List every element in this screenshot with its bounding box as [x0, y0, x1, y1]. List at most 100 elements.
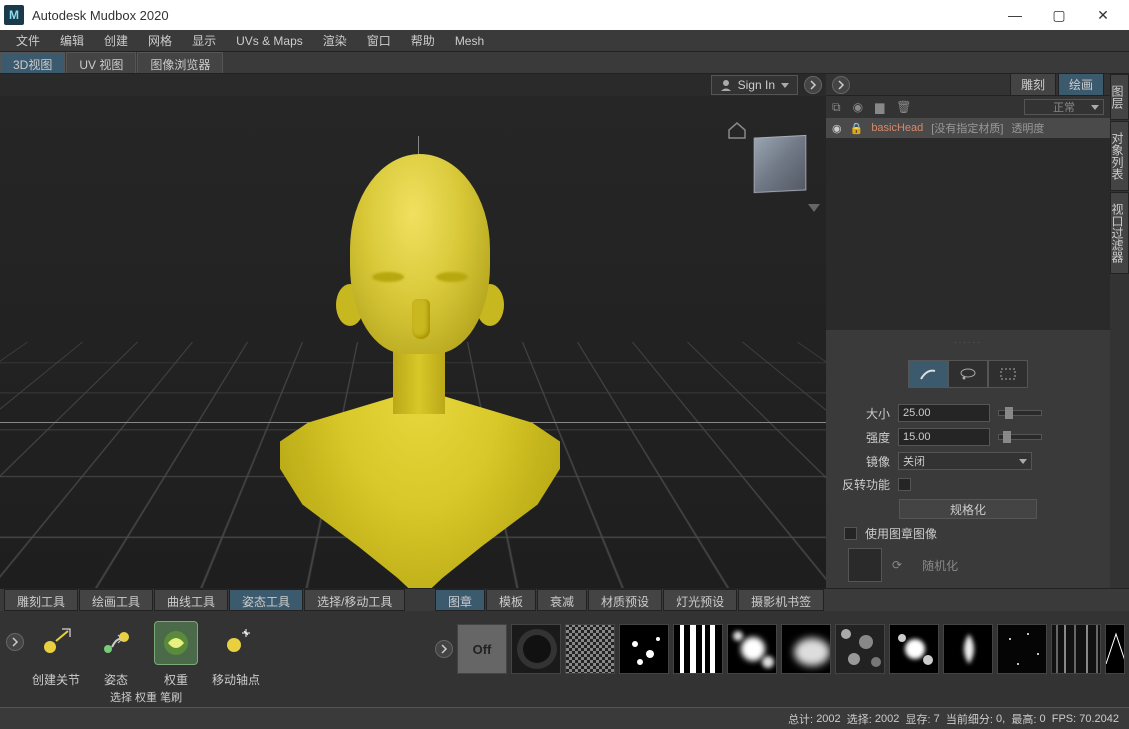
chevron-right-icon [439, 644, 449, 654]
stamp-off[interactable]: Off [457, 624, 507, 674]
invert-checkbox[interactable] [898, 478, 911, 491]
stamp-item[interactable] [511, 624, 561, 674]
viewcube[interactable] [754, 135, 807, 193]
tab-uvview[interactable]: UV 视图 [66, 52, 136, 73]
size-input[interactable] [898, 404, 990, 422]
stamp-item[interactable] [727, 624, 777, 674]
stamp-item[interactable] [619, 624, 669, 674]
panel-resize-handle[interactable]: ······ [826, 338, 1110, 346]
blend-mode-select[interactable]: 正常 [1024, 99, 1104, 115]
mirror-select[interactable]: 关闭 [898, 452, 1032, 470]
signin-button[interactable]: Sign In [711, 75, 798, 95]
marquee-icon [999, 367, 1017, 381]
close-button[interactable]: ✕ [1081, 0, 1125, 30]
stamp-item[interactable] [781, 624, 831, 674]
tool-move-pivot[interactable]: 移动轴点 [208, 617, 264, 687]
mode-lasso-button[interactable] [948, 360, 988, 388]
eye-icon[interactable]: ◉ [832, 122, 842, 135]
sidetab-layers[interactable]: 图层 [1110, 74, 1129, 120]
menu-render[interactable]: 渲染 [313, 30, 357, 51]
size-slider[interactable] [998, 410, 1042, 416]
eye-icon[interactable]: ◉ [853, 100, 863, 114]
chevron-right-icon [808, 80, 818, 90]
right-expand-button[interactable] [832, 76, 850, 94]
tab-stamps[interactable]: 图章 [435, 589, 485, 611]
menu-window[interactable]: 窗口 [357, 30, 401, 51]
menu-create[interactable]: 创建 [94, 30, 138, 51]
tab-paint-layers[interactable]: 绘画 [1058, 73, 1104, 96]
lock-icon[interactable]: 🔒 [850, 122, 864, 135]
maximize-button[interactable]: ▢ [1037, 0, 1081, 30]
menu-mesh[interactable]: 网格 [138, 30, 182, 51]
layer-toolbar: ⧉ ◉ ▆ 🗑 正常 [826, 96, 1110, 118]
stamp-item[interactable] [1051, 624, 1101, 674]
tool-weight[interactable]: 权重 [148, 617, 204, 687]
stamp-thumbnail[interactable] [848, 548, 882, 582]
tab-3dview[interactable]: 3D视图 [0, 52, 65, 73]
tab-paint-tools[interactable]: 绘画工具 [79, 589, 153, 611]
use-stamp-checkbox[interactable] [844, 527, 857, 540]
tab-select-tools[interactable]: 选择/移动工具 [304, 589, 405, 611]
mode-rect-button[interactable] [988, 360, 1028, 388]
stamp-item[interactable] [673, 624, 723, 674]
viewcube-menu[interactable] [808, 204, 820, 212]
tab-pose-tools[interactable]: 姿态工具 [229, 589, 303, 611]
menu-uvs[interactable]: UVs & Maps [226, 32, 313, 50]
app-logo: M [4, 5, 24, 25]
sidetab-objects[interactable]: 对象列表 [1110, 121, 1129, 191]
3d-viewport[interactable] [0, 96, 826, 588]
mode-brush-button[interactable] [908, 360, 948, 388]
normalize-button[interactable]: 规格化 [899, 499, 1037, 519]
stamp-item[interactable] [565, 624, 615, 674]
tab-curve-tools[interactable]: 曲线工具 [154, 589, 228, 611]
tool-create-joint[interactable]: 创建关节 [28, 617, 84, 687]
tool-tray-tabs: 雕刻工具 绘画工具 曲线工具 姿态工具 选择/移动工具 [0, 589, 431, 611]
randomize-label: 随机化 [922, 557, 958, 574]
refresh-icon[interactable]: ⟳ [892, 558, 902, 572]
tab-sculpt-layers[interactable]: 雕刻 [1010, 73, 1056, 96]
highest-label: 最高: [1011, 711, 1036, 727]
head-model[interactable] [290, 154, 550, 588]
tab-camera-bookmarks[interactable]: 摄影机书签 [738, 589, 824, 611]
layer-row[interactable]: ◉ 🔒 basicHead [没有指定材质] 透明度 [826, 118, 1110, 138]
viewport-header: Sign In [0, 74, 826, 96]
home-icon[interactable] [726, 120, 748, 140]
tray-expand-button[interactable] [6, 633, 24, 651]
app-title: Autodesk Mudbox 2020 [32, 8, 993, 23]
mirror-label: 镜像 [838, 453, 890, 470]
expand-button[interactable] [804, 76, 822, 94]
highest-value: 0 [1039, 713, 1045, 725]
tab-imagebrowser[interactable]: 图像浏览器 [137, 52, 223, 73]
total-label: 总计: [788, 711, 813, 727]
strength-input[interactable] [898, 428, 990, 446]
tab-sculpt-tools[interactable]: 雕刻工具 [4, 589, 78, 611]
menu-mesh2[interactable]: Mesh [445, 32, 494, 50]
signin-label: Sign In [738, 78, 775, 92]
folder-icon[interactable]: ▆ [875, 100, 884, 114]
layers-icon[interactable]: ⧉ [832, 100, 841, 115]
trash-icon[interactable]: 🗑 [896, 100, 911, 114]
tool-pose[interactable]: 姿态 [88, 617, 144, 687]
stamp-expand-button[interactable] [435, 640, 453, 658]
stamp-item[interactable] [997, 624, 1047, 674]
tab-falloff[interactable]: 衰减 [537, 589, 587, 611]
stamp-item[interactable] [943, 624, 993, 674]
stamp-item[interactable] [889, 624, 939, 674]
sidetab-viewport-filters[interactable]: 视口过滤器 [1110, 192, 1129, 274]
pose-icon [98, 625, 134, 661]
menu-display[interactable]: 显示 [182, 30, 226, 51]
tab-light-presets[interactable]: 灯光预设 [663, 589, 737, 611]
menu-edit[interactable]: 编辑 [50, 30, 94, 51]
stamp-item[interactable] [1105, 624, 1125, 674]
docked-side-tabs: 图层 对象列表 视口过滤器 [1110, 74, 1129, 588]
layer-list[interactable] [826, 138, 1110, 338]
strength-slider[interactable] [998, 434, 1042, 440]
layer-material: [没有指定材质] [931, 120, 1003, 136]
tab-stencils[interactable]: 模板 [486, 589, 536, 611]
stamp-item[interactable] [835, 624, 885, 674]
minimize-button[interactable]: ― [993, 0, 1037, 30]
menu-file[interactable]: 文件 [6, 30, 50, 51]
titlebar: M Autodesk Mudbox 2020 ― ▢ ✕ [0, 0, 1129, 30]
menu-help[interactable]: 帮助 [401, 30, 445, 51]
tab-material-presets[interactable]: 材质预设 [588, 589, 662, 611]
